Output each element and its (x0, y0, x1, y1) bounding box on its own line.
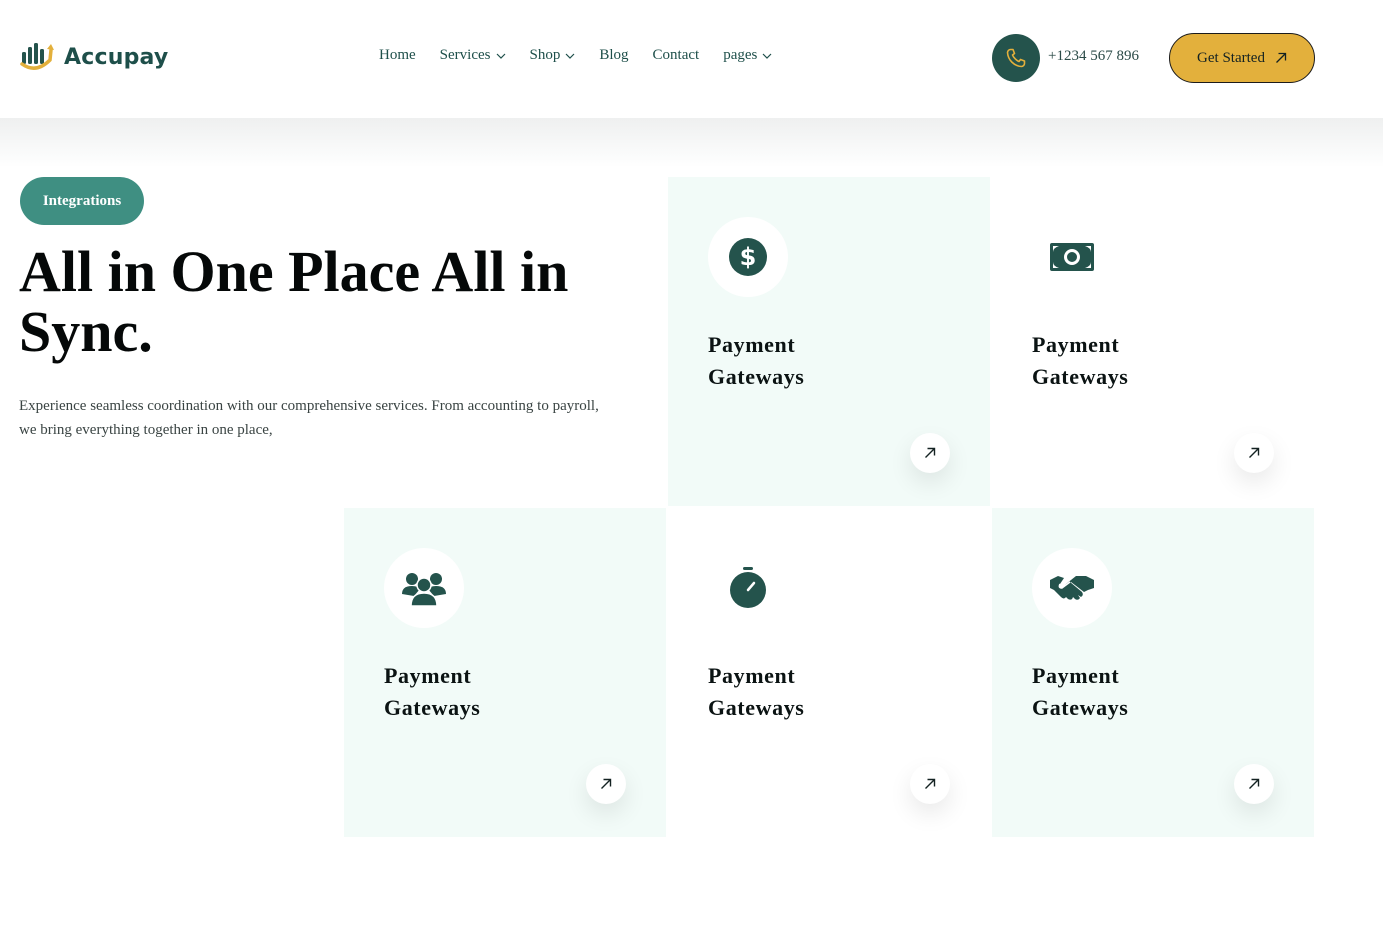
nav-label: Shop (529, 47, 561, 63)
page-title: All in One Place All in Sync. (19, 239, 569, 364)
arrow-up-right-icon (1249, 778, 1260, 789)
main-nav: Home Services Shop Blog Contact pages (379, 47, 796, 64)
nav-services[interactable]: Services (440, 47, 506, 64)
nav-home[interactable]: Home (379, 47, 416, 64)
get-started-label: Get Started (1197, 49, 1265, 66)
card-arrow-button[interactable] (1234, 433, 1274, 473)
card-arrow-button[interactable] (1234, 764, 1274, 804)
nav-blog[interactable]: Blog (599, 47, 628, 64)
nav-label: pages (723, 47, 758, 63)
arrow-up-right-icon (925, 778, 936, 789)
logo-mark-icon (20, 43, 54, 70)
nav-label: Services (439, 47, 491, 63)
service-card[interactable]: Payment Gateways (668, 508, 990, 837)
hero-description: Experience seamless coordination with ou… (19, 398, 599, 438)
phone-icon (1006, 48, 1026, 68)
card-icon-wrap (1032, 217, 1112, 297)
nav-label: Contact (652, 47, 700, 63)
card-arrow-button[interactable] (910, 764, 950, 804)
arrow-up-right-icon (1249, 447, 1260, 458)
card-title: Payment Gateways (1032, 332, 1129, 389)
arrow-up-right-icon (925, 447, 936, 458)
handshake-icon (1050, 576, 1094, 600)
money-bill-icon (1050, 243, 1094, 271)
card-arrow-button[interactable] (586, 764, 626, 804)
phone-button[interactable] (992, 34, 1040, 82)
chevron-down-icon (496, 53, 505, 59)
card-icon-wrap: $ (708, 217, 788, 297)
arrow-up-right-icon (1275, 52, 1287, 63)
nav-contact[interactable]: Contact (653, 47, 700, 64)
integrations-badge[interactable]: Integrations (20, 177, 144, 225)
users-icon (402, 573, 446, 606)
dollar-coin-icon: $ (729, 238, 767, 276)
arrow-up-right-icon (601, 778, 612, 789)
card-title: Payment Gateways (384, 663, 481, 720)
card-icon-wrap (708, 548, 788, 628)
service-card[interactable]: Payment Gateways (992, 177, 1314, 506)
card-arrow-button[interactable] (910, 433, 950, 473)
brand-logo[interactable]: Accupay (20, 40, 168, 74)
nav-pages[interactable]: pages (723, 47, 772, 64)
card-icon-wrap (1032, 548, 1112, 628)
phone-number[interactable]: +1234 567 896 (1048, 48, 1139, 65)
card-title: Payment Gateways (708, 332, 805, 389)
header-shadow (0, 118, 1383, 168)
nav-label: Blog (599, 47, 629, 63)
get-started-button[interactable]: Get Started (1169, 33, 1315, 83)
service-card[interactable]: Payment Gateways (992, 508, 1314, 837)
nav-label: Home (379, 47, 416, 63)
card-title: Payment Gateways (1032, 663, 1129, 720)
brand-name: Accupay (64, 44, 169, 70)
card-icon-wrap (384, 548, 464, 628)
chevron-down-icon (762, 53, 772, 59)
site-header: Accupay Home Services Shop Blog Contact … (0, 0, 1383, 118)
service-card[interactable]: $ Payment Gateways (668, 177, 990, 506)
svg-text:$: $ (740, 243, 757, 271)
card-title: Payment Gateways (708, 663, 805, 720)
nav-shop[interactable]: Shop (530, 47, 576, 64)
chevron-down-icon (565, 53, 575, 59)
stopwatch-icon (730, 567, 766, 608)
service-card[interactable]: Payment Gateways (344, 508, 666, 837)
